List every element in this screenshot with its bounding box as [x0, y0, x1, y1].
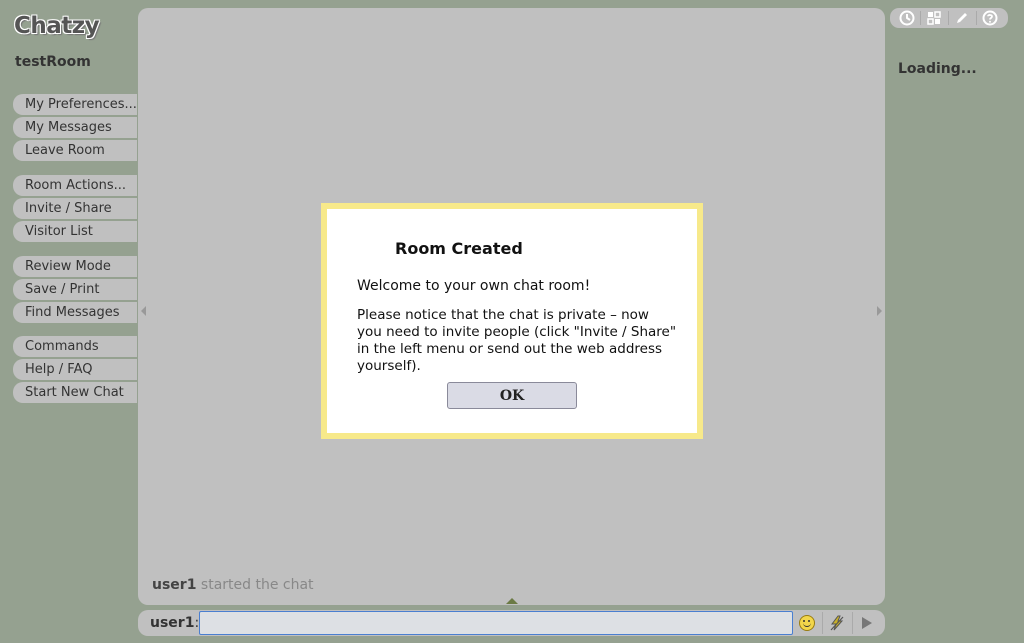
- menu-save-print[interactable]: Save / Print: [13, 279, 137, 300]
- menu-my-messages[interactable]: My Messages: [13, 117, 137, 138]
- history-button[interactable]: [897, 10, 917, 26]
- top-toolbar: [890, 8, 1008, 28]
- chat-message: user1 started the chat: [152, 577, 314, 593]
- help-icon: [982, 10, 998, 26]
- message-input[interactable]: [199, 611, 793, 635]
- input-bar: user1:: [138, 610, 885, 636]
- help-button[interactable]: [980, 10, 1000, 26]
- input-username-label: user1:: [150, 615, 199, 631]
- toolbar-divider: [948, 11, 949, 25]
- menu-help-faq[interactable]: Help / FAQ: [13, 359, 137, 380]
- collapse-right-arrow-icon[interactable]: [877, 306, 882, 316]
- dialog-body-text: Please notice that the chat is private –…: [357, 307, 677, 374]
- toolbar-divider: [852, 612, 853, 634]
- sidebar-menu-group-4: Commands Help / FAQ Start New Chat: [13, 336, 137, 405]
- loading-status: Loading...: [898, 61, 977, 77]
- dialog-title: Room Created: [395, 239, 523, 258]
- send-icon: [862, 617, 872, 629]
- scroll-up-arrow-icon[interactable]: [506, 598, 518, 604]
- menu-my-preferences[interactable]: My Preferences...: [13, 94, 137, 115]
- ok-button[interactable]: OK: [447, 382, 577, 409]
- toolbar-divider: [976, 11, 977, 25]
- chatzy-logo[interactable]: Chatzy: [14, 13, 100, 39]
- message-user[interactable]: user1: [152, 577, 196, 593]
- room-name: testRoom: [15, 54, 91, 70]
- menu-start-new-chat[interactable]: Start New Chat: [13, 382, 137, 403]
- smiley-icon: [799, 615, 815, 631]
- send-button[interactable]: [854, 612, 880, 634]
- app-window: Chatzy testRoom My Preferences... My Mes…: [0, 0, 1024, 643]
- menu-review-mode[interactable]: Review Mode: [13, 256, 137, 277]
- sidebar-menu-group-3: Review Mode Save / Print Find Messages: [13, 256, 137, 325]
- grid-icon: [927, 11, 941, 25]
- toolbar-divider: [920, 11, 921, 25]
- input-username: user1: [150, 615, 195, 631]
- menu-room-actions[interactable]: Room Actions...: [13, 175, 137, 196]
- menu-invite-share[interactable]: Invite / Share: [13, 198, 137, 219]
- clock-icon: [899, 10, 915, 26]
- pencil-icon: [957, 13, 967, 23]
- room-created-dialog: Room Created Welcome to your own chat ro…: [321, 203, 703, 439]
- message-text: started the chat: [200, 577, 314, 593]
- menu-visitor-list[interactable]: Visitor List: [13, 221, 137, 242]
- lightning-icon: [830, 615, 844, 631]
- smiley-button[interactable]: [794, 612, 820, 634]
- menu-leave-room[interactable]: Leave Room: [13, 140, 137, 161]
- menu-find-messages[interactable]: Find Messages: [13, 302, 137, 323]
- dialog-welcome-text: Welcome to your own chat room!: [357, 278, 591, 294]
- toolbar-divider: [822, 612, 823, 634]
- collapse-left-arrow-icon[interactable]: [141, 306, 146, 316]
- sidebar-menu-group-2: Room Actions... Invite / Share Visitor L…: [13, 175, 137, 244]
- edit-button[interactable]: [952, 10, 972, 26]
- sidebar-menu-group-1: My Preferences... My Messages Leave Room: [13, 94, 137, 163]
- lightning-button[interactable]: [824, 612, 850, 634]
- layout-button[interactable]: [924, 10, 944, 26]
- menu-commands[interactable]: Commands: [13, 336, 137, 357]
